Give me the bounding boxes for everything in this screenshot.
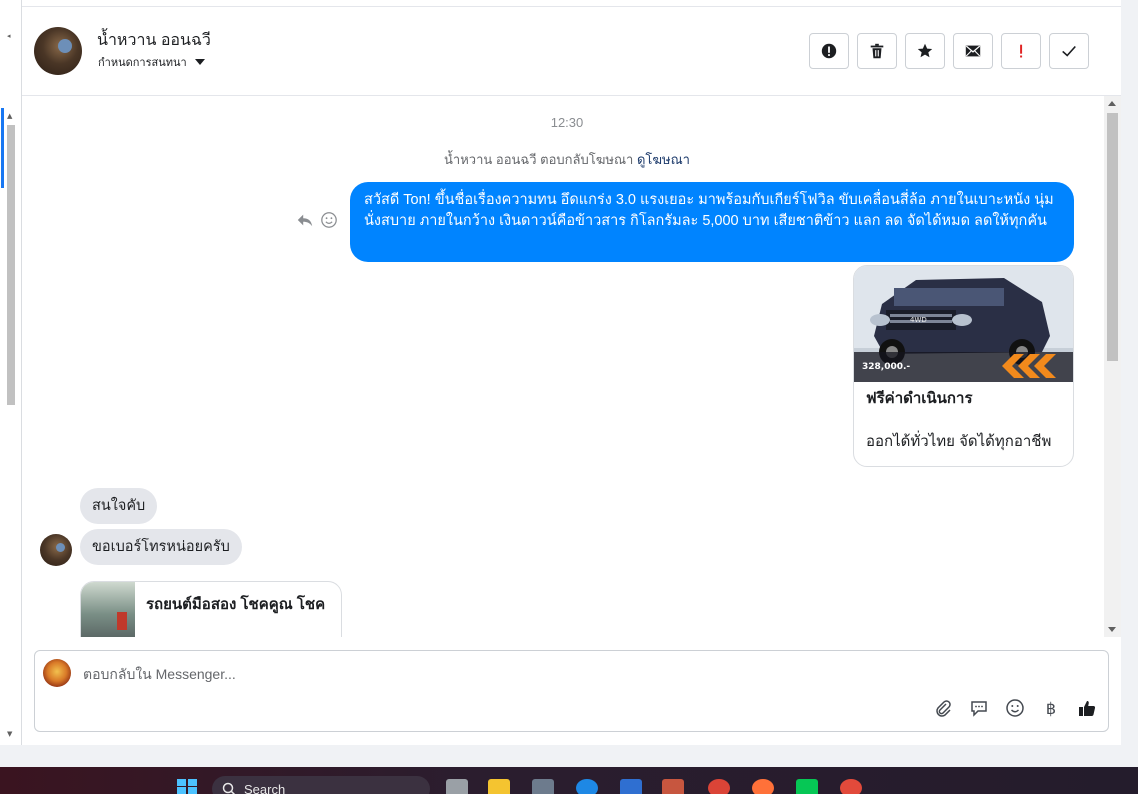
task-view-icon[interactable] [446,779,468,794]
contact-avatar[interactable] [34,27,82,75]
ad-reply-notice: น้ำหวาน ออนฉวี ตอบกลับโฆษณา ดูโฆษณา [22,149,1112,170]
contact-name[interactable]: น้ำหวาน ออนฉวี [97,28,211,53]
page-background [0,745,1138,767]
like-button[interactable] [1076,697,1098,719]
important-icon [1020,44,1023,58]
caret-down-icon [194,59,205,65]
report-button[interactable] [809,33,849,69]
left-scrollbar-thumb[interactable] [7,125,15,405]
ad-card[interactable]: 4WD 328,000.- ฟรีค่าดำเนินการ ออกได้ทั่ว… [853,265,1074,467]
calculator-icon[interactable] [532,779,554,794]
scroll-up-icon[interactable]: ▲ [7,112,12,120]
mark-important-button[interactable] [1001,33,1041,69]
file-explorer-icon[interactable] [488,779,510,794]
taskbar-search[interactable]: Search [212,776,430,794]
header-actions [809,33,1089,69]
message-timestamp: 12:30 [550,115,584,130]
message-composer: ฿ [34,650,1109,732]
search-icon [222,782,236,794]
conversation-settings-label: กำหนดการสนทนา [98,57,187,69]
reply-input[interactable] [83,663,683,685]
scroll-down-arrow-icon[interactable] [1108,627,1116,632]
check-icon [1062,45,1076,57]
collapse-arrow-icon[interactable]: ◂ [7,32,11,40]
selected-indicator [1,108,4,188]
mail-icon [965,45,981,57]
report-icon [821,43,837,59]
ad-card-badge: 4WD [910,316,927,324]
thread-scrollbar[interactable] [1104,96,1121,637]
conversation-panel: น้ำหวาน ออนฉวี กำหนดการสนทนา 12:30 น้ำหว… [22,0,1121,745]
ad-reply-text: น้ำหวาน ออนฉวี ตอบกลับโฆษณา [444,152,634,167]
chrome-profile-icon[interactable] [840,779,862,794]
edge-browser-icon[interactable] [576,779,598,794]
ad-card-title: ฟรีค่าดำเนินการ [866,390,973,407]
taskbar-search-label: Search [244,781,286,794]
message-thread[interactable]: 12:30 น้ำหวาน ออนฉวี ตอบกลับโฆษณา ดูโฆษณ… [22,96,1121,637]
scroll-up-arrow-icon[interactable] [1108,101,1116,106]
react-smiley-icon[interactable] [320,211,338,229]
link-preview-card[interactable]: รถยนต์มือสอง โชคคูณ โชค [80,581,342,637]
ad-card-image: 4WD 328,000.- [854,266,1073,382]
conversation-header: น้ำหวาน ออนฉวี กำหนดการสนทนา [22,7,1121,96]
store-icon[interactable] [620,779,642,794]
incoming-message-bubble[interactable]: ขอเบอร์โทรหน่อยครับ [80,529,242,565]
smiley-icon [1006,699,1024,717]
star-button[interactable] [905,33,945,69]
reply-icon[interactable] [296,211,314,229]
chrome-browser-icon[interactable] [708,779,730,794]
attach-button[interactable] [932,697,954,719]
emoji-button[interactable] [1004,697,1026,719]
star-icon [917,43,933,58]
thumbs-up-icon [1079,701,1096,716]
left-panel-edge: ◂ ▲ ▼ [0,0,22,745]
page-avatar [43,659,71,687]
app-window: ◂ ▲ ▼ น้ำหวาน ออนฉวี กำหนดการสนทนา 12:30… [0,0,1138,794]
firefox-browser-icon[interactable] [752,779,774,794]
scrollbar-thumb[interactable] [1107,113,1118,361]
payment-button[interactable]: ฿ [1040,697,1062,719]
os-taskbar: Search [0,767,1138,794]
outgoing-message-bubble[interactable]: สวัสดี Ton! ขึ้นชื่อเรื่องความทน อึดแกร่… [350,182,1074,262]
paperclip-icon [936,700,951,717]
line-app-icon[interactable] [796,779,818,794]
windows-start-icon[interactable] [176,778,198,794]
view-ad-link[interactable]: ดูโฆษณา [637,152,690,167]
ad-card-description: ออกได้ทั่วไทย จัดได้ทุกอาชีพ [866,433,1052,450]
delete-button[interactable] [857,33,897,69]
window-edge [1121,0,1138,745]
baht-icon: ฿ [1045,698,1057,718]
saved-replies-button[interactable] [968,697,990,719]
conversation-settings-dropdown[interactable]: กำหนดการสนทนา [98,53,205,71]
mark-unread-button[interactable] [953,33,993,69]
composer-tools: ฿ [932,697,1098,719]
app-icon[interactable] [662,779,684,794]
mark-done-button[interactable] [1049,33,1089,69]
sender-avatar[interactable] [40,534,72,566]
ad-card-price: 328,000.- [862,362,911,372]
speech-bubble-icon [971,701,987,717]
scroll-down-icon[interactable]: ▼ [7,730,12,738]
incoming-message-bubble[interactable]: สนใจคับ [80,488,158,524]
trash-icon [870,43,884,59]
link-preview-title: รถยนต์มือสอง โชคคูณ โชค [146,596,326,613]
link-preview-image [81,582,135,637]
